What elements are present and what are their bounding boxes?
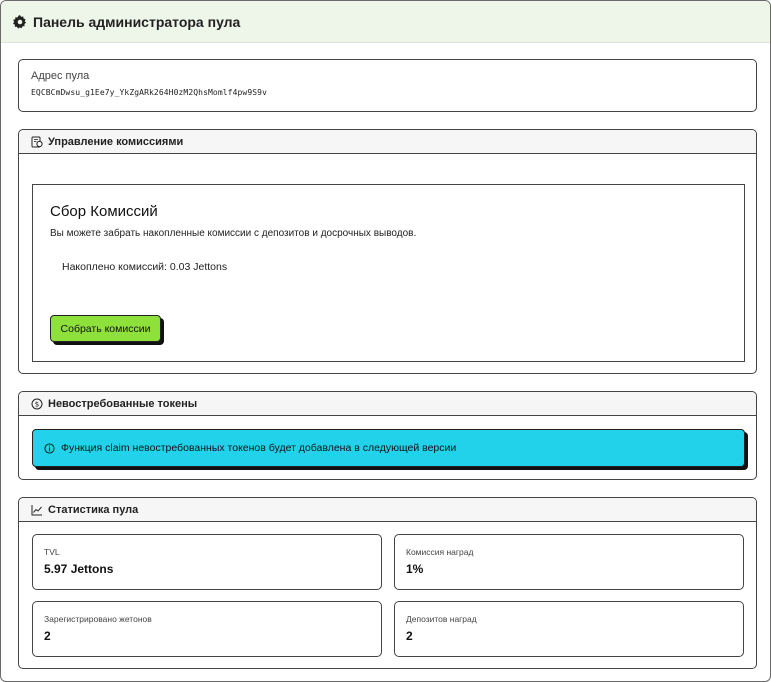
stat-label: Комиссия наград: [406, 547, 474, 557]
stat-label: Зарегистрировано жетонов: [44, 614, 152, 624]
pool-stats-card: Статистика пула TVL 5.97 Jettons Комисси…: [18, 497, 757, 669]
stat-reward-commission: Комиссия наград 1%: [394, 534, 744, 590]
fee-collection-description: Вы можете забрать накопленные комиссии с…: [50, 228, 417, 239]
stat-label: Депозитов наград: [406, 614, 477, 624]
accumulated-fees: Накоплено комиссий: 0.03 Jettons: [62, 261, 228, 273]
info-icon: [44, 442, 55, 454]
admin-panel: Панель администратора пула Адрес пула EQ…: [0, 0, 771, 682]
stat-value: 2: [406, 629, 413, 643]
stat-reward-deposits: Депозитов наград 2: [394, 601, 744, 657]
fee-management-title: Управление комиссиями: [48, 135, 184, 148]
fee-management-card: Управление комиссиями Сбор Комиссий Вы м…: [18, 129, 757, 374]
page-header: Панель администратора пула: [1, 1, 770, 43]
chart-line-icon: [31, 504, 43, 516]
fee-management-header: Управление комиссиями: [19, 130, 756, 154]
coin-icon: $: [31, 398, 43, 410]
stat-label: TVL: [44, 547, 60, 557]
collect-fees-button[interactable]: Собрать комиссии: [50, 315, 161, 342]
stat-value: 2: [44, 629, 51, 643]
receipt-icon: [31, 136, 43, 148]
stat-registered-jettons: Зарегистрировано жетонов 2: [32, 601, 382, 657]
unclaimed-info-alert: Функция claim невостребованных токенов б…: [32, 429, 745, 467]
page-title: Панель администратора пула: [33, 13, 241, 30]
fee-collection-box: Сбор Комиссий Вы можете забрать накоплен…: [32, 184, 745, 362]
unclaimed-tokens-title: Невостребованные токены: [48, 397, 198, 410]
pool-stats-title: Статистика пула: [48, 503, 139, 516]
fee-collection-title: Сбор Комиссий: [50, 203, 158, 220]
pool-stats-header: Статистика пула: [19, 498, 756, 522]
unclaimed-info-text: Функция claim невостребованных токенов б…: [61, 442, 457, 454]
svg-text:$: $: [35, 400, 39, 408]
stat-value: 5.97 Jettons: [44, 562, 114, 576]
pool-address-card: Адрес пула EQCBCmDwsu_g1Ee7y_YkZgARk264H…: [18, 59, 757, 112]
stat-value: 1%: [406, 562, 424, 576]
unclaimed-tokens-card: $ Невостребованные токены Функция claim …: [18, 391, 757, 480]
pool-address-label: Адрес пула: [31, 70, 90, 82]
stat-tvl: TVL 5.97 Jettons: [32, 534, 382, 590]
gear-icon: [13, 14, 27, 29]
unclaimed-tokens-header: $ Невостребованные токены: [19, 392, 756, 416]
pool-address-value: EQCBCmDwsu_g1Ee7y_YkZgARk264H0zM2QhsMoml…: [31, 88, 267, 97]
